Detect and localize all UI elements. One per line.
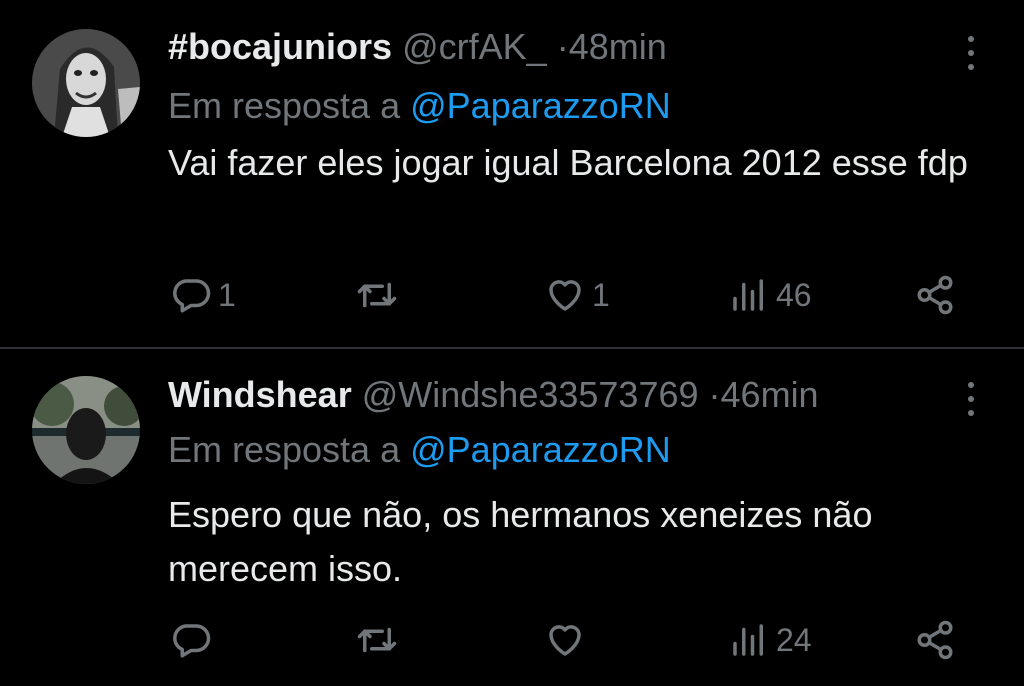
tweet[interactable]: Windshear @Windshe33573769 ·46min Em res…: [0, 349, 1024, 686]
heart-icon: [549, 625, 581, 656]
like-button[interactable]: [544, 619, 592, 661]
reply-prefix: Em resposta a: [168, 85, 401, 126]
reply-context: Em resposta a @PaparazzoRN: [168, 432, 671, 468]
retweet-button[interactable]: [356, 619, 404, 661]
more-icon[interactable]: [962, 33, 980, 73]
views-button[interactable]: 46: [728, 274, 812, 316]
tweet[interactable]: #bocajuniors @crfAK_ ·48min Em resposta …: [0, 0, 1024, 348]
separator: ·: [556, 26, 569, 67]
avatar[interactable]: [32, 29, 140, 137]
like-button[interactable]: 1: [544, 274, 610, 316]
user-handle[interactable]: @Windshe33573769: [362, 374, 699, 415]
avatar[interactable]: [32, 376, 140, 484]
like-count: 1: [592, 276, 610, 313]
timestamp[interactable]: 46min: [721, 374, 819, 415]
reply-icon: [173, 624, 211, 658]
share-icon: [917, 275, 953, 315]
reply-button[interactable]: [170, 619, 218, 661]
tweet-text: Vai fazer eles jogar igual Barcelona 201…: [168, 142, 968, 183]
share-button[interactable]: [914, 274, 956, 316]
reply-count: 1: [218, 276, 236, 313]
timestamp[interactable]: 48min: [569, 26, 667, 67]
reply-button[interactable]: 1: [170, 274, 236, 316]
views-button[interactable]: 24: [728, 619, 812, 661]
separator: ·: [708, 374, 721, 415]
views-icon: [733, 624, 763, 656]
reply-context: Em resposta a @PaparazzoRN: [168, 88, 671, 124]
reply-icon: [173, 279, 211, 313]
more-icon[interactable]: [962, 379, 980, 419]
share-button[interactable]: [914, 619, 956, 661]
retweet-icon: [357, 627, 397, 653]
retweet-button[interactable]: [356, 274, 404, 316]
tweet-text: Espero que não, os hermanos xeneizes não…: [168, 494, 873, 589]
views-icon: [733, 279, 763, 311]
heart-icon: [549, 280, 581, 311]
user-handle[interactable]: @crfAK_: [402, 26, 547, 67]
share-icon: [917, 620, 953, 660]
mention-link[interactable]: @PaparazzoRN: [410, 429, 671, 470]
display-name[interactable]: Windshear: [168, 374, 352, 415]
view-count: 46: [776, 276, 812, 313]
tweet-header: #bocajuniors @crfAK_ ·48min: [168, 29, 667, 65]
view-count: 24: [776, 621, 812, 658]
display-name[interactable]: #bocajuniors: [168, 26, 392, 67]
tweet-header: Windshear @Windshe33573769 ·46min: [168, 377, 819, 413]
mention-link[interactable]: @PaparazzoRN: [410, 85, 671, 126]
reply-prefix: Em resposta a: [168, 429, 401, 470]
retweet-icon: [357, 282, 397, 308]
